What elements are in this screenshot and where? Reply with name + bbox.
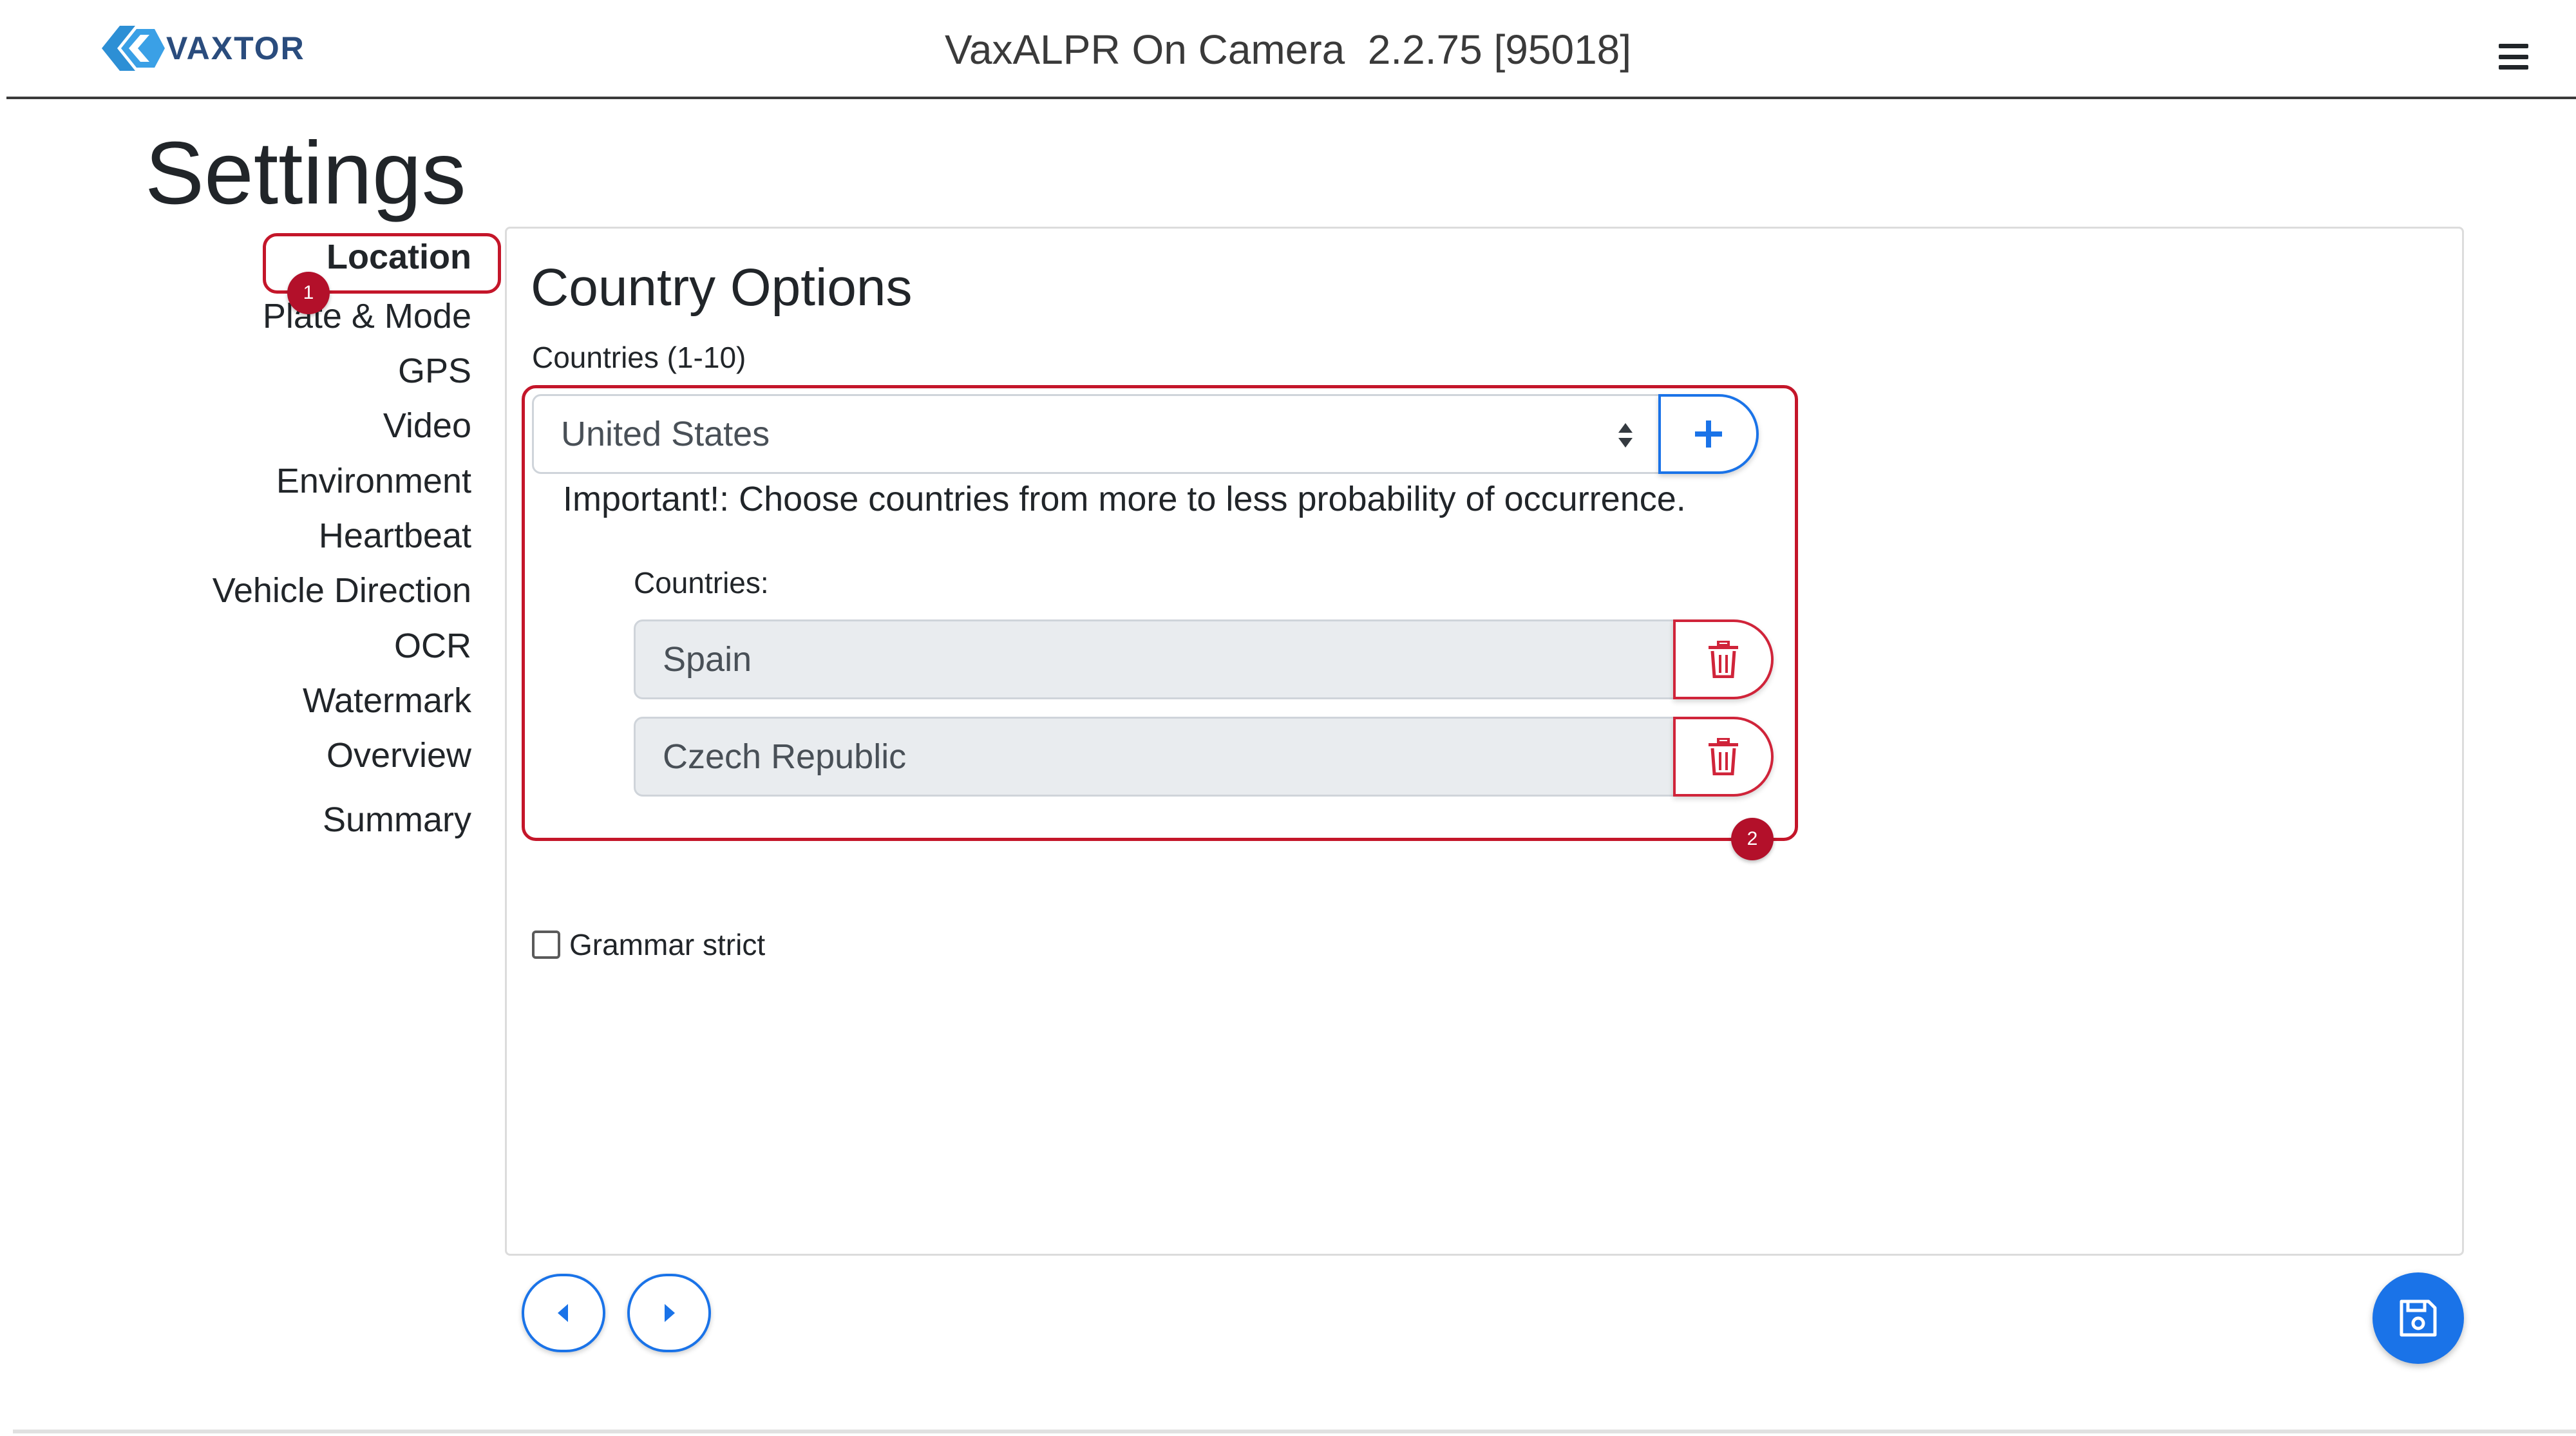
page-title: Settings xyxy=(145,124,466,223)
country-select[interactable]: United States xyxy=(532,394,1662,474)
select-caret-icon xyxy=(1618,423,1633,448)
grammar-strict-label: Grammar strict xyxy=(569,928,766,961)
app-title: VaxALPR On Camera 2.2.75 [95018] xyxy=(0,26,2576,73)
app-version: 2.2.75 [95018] xyxy=(1367,26,1632,73)
caret-left-icon xyxy=(558,1304,568,1322)
country-name: Spain xyxy=(663,640,752,679)
sidebar-item-vehicle-direction[interactable]: Vehicle Direction xyxy=(213,571,471,610)
trash-icon xyxy=(1709,641,1738,678)
countries-label: Countries (1-10) xyxy=(532,341,746,374)
sidebar-item-ocr[interactable]: OCR xyxy=(394,626,471,666)
hamburger-menu-icon[interactable] xyxy=(2499,44,2528,70)
grammar-strict-checkbox[interactable] xyxy=(532,931,560,959)
sidebar-item-watermark[interactable]: Watermark xyxy=(303,681,471,721)
previous-button[interactable] xyxy=(522,1274,605,1352)
header-divider xyxy=(6,97,2576,99)
sidebar-item-gps[interactable]: GPS xyxy=(398,351,471,391)
caret-right-icon xyxy=(665,1304,675,1322)
sidebar-item-heartbeat[interactable]: Heartbeat xyxy=(319,516,471,556)
countries-list-label: Countries: xyxy=(634,566,769,600)
delete-country-button[interactable] xyxy=(1673,619,1774,699)
country-field: Czech Republic xyxy=(634,717,1676,797)
sidebar-item-overview[interactable]: Overview xyxy=(327,735,471,775)
country-name: Czech Republic xyxy=(663,737,907,776)
country-field: Spain xyxy=(634,619,1676,699)
sidebar-item-summary[interactable]: Summary xyxy=(323,800,471,840)
sidebar-item-video[interactable]: Video xyxy=(383,406,471,446)
important-note: Important!: Choose countries from more t… xyxy=(563,480,1686,518)
next-button[interactable] xyxy=(627,1274,711,1352)
annotation-marker-1: 1 xyxy=(287,272,330,314)
app-header: VAXTOR VaxALPR On Camera 2.2.75 [95018] xyxy=(0,0,2576,99)
save-button[interactable] xyxy=(2372,1272,2464,1364)
country-select-value: United States xyxy=(561,415,770,453)
list-item: Spain xyxy=(634,619,1774,699)
footer-divider xyxy=(13,1430,2576,1433)
app-name: VaxALPR On Camera xyxy=(944,26,1345,73)
add-country-button[interactable] xyxy=(1658,394,1759,474)
trash-icon xyxy=(1709,738,1738,775)
annotation-marker-2: 2 xyxy=(1731,818,1774,860)
sidebar-item-location[interactable]: Location xyxy=(327,237,471,277)
section-title: Country Options xyxy=(531,258,913,317)
save-icon xyxy=(2400,1299,2437,1337)
grammar-strict-option[interactable]: Grammar strict xyxy=(532,927,765,962)
sidebar-item-environment[interactable]: Environment xyxy=(276,461,471,501)
delete-country-button[interactable] xyxy=(1673,717,1774,797)
plus-icon xyxy=(1695,420,1722,448)
list-item: Czech Republic xyxy=(634,717,1774,797)
